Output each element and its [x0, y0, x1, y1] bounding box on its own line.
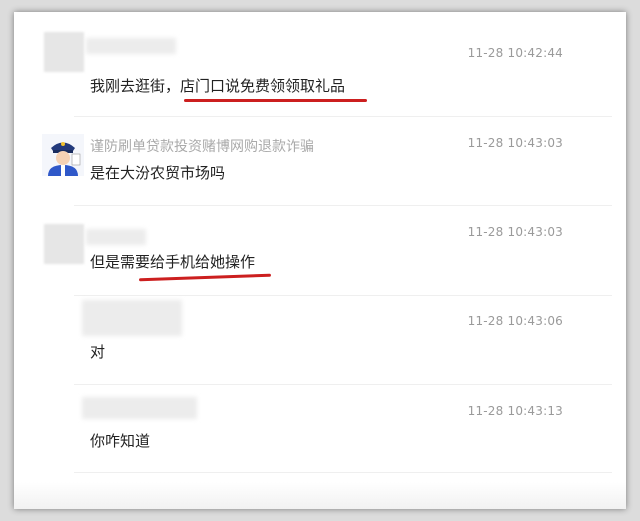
message-divider — [74, 295, 612, 296]
message-timestamp: 11-28 10:43:13 — [467, 404, 563, 418]
message-divider — [74, 205, 612, 206]
sender-name: 谨防刷单贷款投资赌博网购退款诈骗 — [90, 139, 314, 155]
message-text: 对 — [90, 343, 106, 361]
message-timestamp: 11-28 10:43:06 — [467, 314, 563, 328]
message-divider — [74, 116, 612, 117]
message-text: 是在大汾农贸市场吗 — [90, 164, 226, 182]
sender-name-redacted — [82, 300, 182, 336]
next-message-cutoff — [14, 482, 626, 509]
message-timestamp: 11-28 10:42:44 — [467, 46, 563, 60]
message-divider — [74, 384, 612, 385]
sender-name-redacted — [86, 229, 146, 245]
message-timestamp: 11-28 10:43:03 — [467, 225, 563, 239]
police-officer-icon[interactable] — [42, 134, 84, 176]
sender-name-redacted — [86, 38, 176, 54]
chat-window: 11-28 10:42:44 我刚去逛街，店门口说免费领领取礼品 谨防刷单贷款投… — [14, 12, 626, 509]
avatar[interactable] — [44, 32, 84, 72]
highlight-underline — [184, 99, 367, 102]
message-timestamp: 11-28 10:43:03 — [467, 136, 563, 150]
message-text: 你咋知道 — [90, 432, 151, 450]
avatar[interactable] — [44, 224, 84, 264]
sender-name-redacted — [82, 397, 197, 419]
message-text: 我刚去逛街，店门口说免费领领取礼品 — [90, 77, 346, 95]
message-divider — [74, 472, 612, 473]
message-text: 但是需要给手机给她操作 — [90, 253, 256, 271]
highlight-underline — [138, 273, 272, 282]
